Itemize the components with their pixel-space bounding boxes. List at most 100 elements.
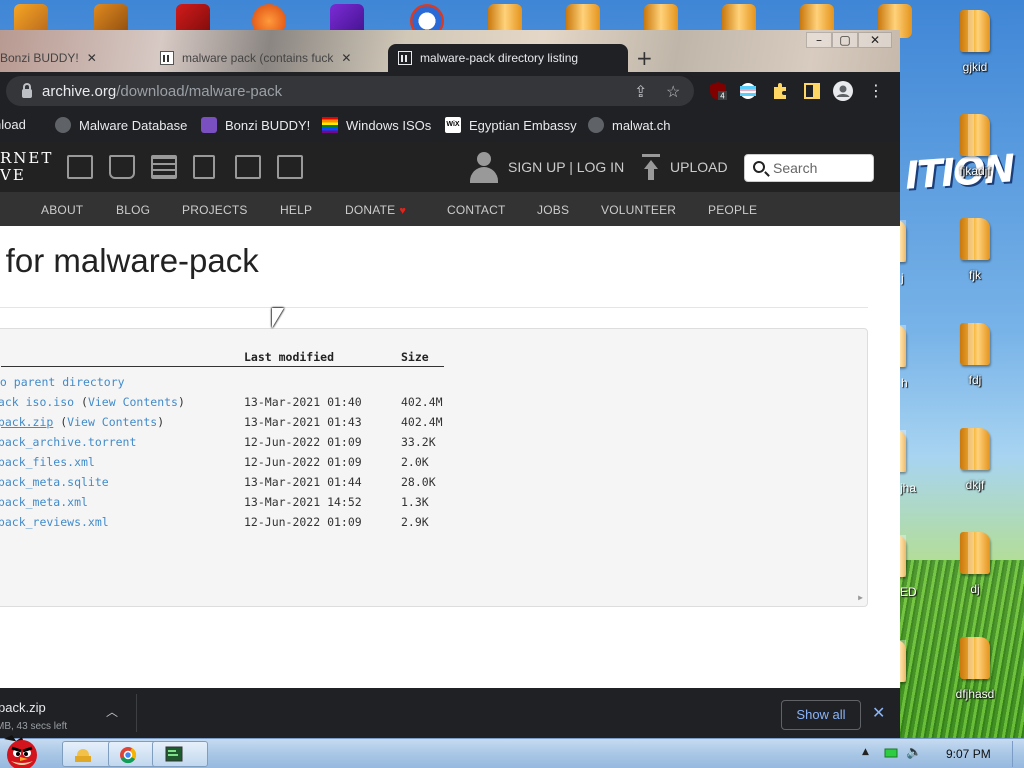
size-cell: 402.4M bbox=[401, 395, 443, 409]
bookmark-malwatch[interactable]: malwat.ch bbox=[588, 117, 671, 133]
bookmark-windows-isos[interactable]: Windows ISOs bbox=[322, 117, 431, 133]
desktop-folder-label: fjk bbox=[969, 268, 981, 282]
search-placeholder: Search bbox=[773, 160, 818, 176]
nav-donate-label: DONATE bbox=[345, 203, 396, 217]
desktop-folder-dkjf[interactable]: dkjf bbox=[937, 428, 1013, 492]
video-film-icon[interactable] bbox=[151, 155, 177, 179]
close-icon[interactable]: ✕ bbox=[872, 703, 885, 723]
desktop-folder-dfjhasd[interactable]: dfjhasd bbox=[937, 637, 1013, 701]
nav-people[interactable]: PEOPLE bbox=[708, 203, 757, 217]
size-cell: 2.0K bbox=[401, 455, 429, 469]
nav-help[interactable]: HELP bbox=[280, 203, 312, 217]
web-icon[interactable] bbox=[67, 155, 93, 179]
minimize-icon[interactable]: – bbox=[806, 32, 832, 48]
divider bbox=[136, 694, 137, 732]
nav-about[interactable]: ABOUT bbox=[41, 203, 83, 217]
bookmark-star-icon[interactable]: ☆ bbox=[666, 82, 680, 102]
taskbar: ▲ 🔈 9:07 PM bbox=[0, 735, 1024, 768]
download-file-name[interactable]: pack.zip bbox=[0, 700, 46, 715]
side-panel-icon[interactable] bbox=[802, 81, 822, 101]
close-icon[interactable]: ✕ bbox=[87, 51, 97, 65]
file-link[interactable]: -pack_meta.xml bbox=[0, 495, 88, 509]
share-icon[interactable]: ⇪ bbox=[634, 82, 647, 102]
network-icon[interactable] bbox=[884, 747, 898, 762]
view-contents-link[interactable]: View Contents bbox=[67, 415, 157, 429]
nav-blog[interactable]: BLOG bbox=[116, 203, 150, 217]
tab-directory-listing[interactable]: malware-pack directory listing bbox=[388, 44, 628, 72]
extensions-puzzle-icon[interactable] bbox=[770, 81, 790, 101]
maximize-icon[interactable]: ▢ bbox=[832, 32, 858, 48]
parent-directory-link[interactable]: to parent directory bbox=[0, 375, 125, 389]
file-name-cell: pack iso.iso (View Contents) bbox=[0, 395, 185, 409]
logo-text: RNET bbox=[0, 149, 54, 167]
logo-text: VE bbox=[0, 166, 26, 184]
close-icon[interactable]: ✕ bbox=[341, 51, 351, 65]
upload-link[interactable]: UPLOAD bbox=[670, 159, 728, 175]
folder-icon bbox=[960, 323, 990, 365]
paren-text: ) bbox=[157, 415, 165, 429]
address-bar[interactable]: archive.org/download/malware-pack ⇪ ☆ bbox=[6, 76, 694, 106]
folder-icon bbox=[960, 637, 990, 679]
internet-archive-logo[interactable]: RNET VE bbox=[0, 150, 53, 184]
tab-label: malware pack (contains fuck bbox=[182, 51, 334, 65]
desktop-folder-gjkid[interactable]: gjkid bbox=[937, 10, 1013, 74]
desktop-folder-label: jha bbox=[900, 481, 917, 495]
folder-icon bbox=[960, 10, 990, 52]
bookmark-bonzi-buddy[interactable]: Bonzi BUDDY! bbox=[201, 117, 310, 133]
new-tab-icon[interactable]: + bbox=[636, 46, 653, 70]
bookmark-download[interactable]: nload bbox=[0, 117, 26, 132]
page-title: s for malware-pack bbox=[0, 242, 259, 279]
tray-expand-icon[interactable]: ▲ bbox=[862, 747, 869, 757]
site-search-input[interactable]: Search bbox=[744, 154, 874, 182]
directory-listing: Last modified Size to parent directory p… bbox=[0, 328, 868, 607]
desktop-folder-fdj[interactable]: fdj bbox=[937, 323, 1013, 387]
file-link[interactable]: -pack_files.xml bbox=[0, 455, 95, 469]
pride-extension-icon[interactable] bbox=[738, 81, 758, 101]
download-status: MB, 43 secs left bbox=[0, 721, 68, 732]
nav-projects[interactable]: PROJECTS bbox=[182, 203, 248, 217]
clock[interactable]: 9:07 PM bbox=[946, 747, 991, 761]
user-icon[interactable] bbox=[470, 152, 498, 184]
images-icon[interactable] bbox=[277, 155, 303, 179]
start-button[interactable] bbox=[0, 733, 46, 768]
ublock-extension-icon[interactable]: 4 bbox=[708, 81, 728, 101]
profile-avatar-icon[interactable] bbox=[833, 81, 853, 101]
lock-icon[interactable] bbox=[22, 82, 32, 98]
volume-icon[interactable]: 🔈 bbox=[906, 745, 922, 760]
upload-icon-stem bbox=[648, 168, 654, 180]
file-link[interactable]: -pack_meta.sqlite bbox=[0, 475, 109, 489]
desktop-folder-fjk[interactable]: fjk bbox=[937, 218, 1013, 282]
bookmark-malware-database[interactable]: Malware Database bbox=[55, 117, 187, 133]
nav-volunteer[interactable]: VOLUNTEER bbox=[601, 203, 676, 217]
nav-donate[interactable]: DONATE ♥ bbox=[345, 203, 406, 217]
tab-bonzi-buddy[interactable]: Bonzi BUDDY! ✕ bbox=[0, 44, 150, 72]
window-close-icon[interactable]: ✕ bbox=[858, 32, 892, 48]
search-icon bbox=[753, 161, 765, 173]
file-link[interactable]: _pack.zip bbox=[0, 415, 53, 429]
browser-window: Bonzi BUDDY! ✕ malware pack (contains fu… bbox=[0, 30, 900, 688]
show-desktop-button[interactable] bbox=[1012, 741, 1022, 767]
nav-jobs[interactable]: JOBS bbox=[537, 203, 569, 217]
header-rule bbox=[1, 366, 444, 367]
sign-up-login-link[interactable]: SIGN UP | LOG IN bbox=[508, 159, 624, 175]
chevron-up-icon[interactable]: ︿ bbox=[106, 703, 118, 720]
show-all-button[interactable]: Show all bbox=[781, 700, 861, 730]
bookmark-egyptian-embassy[interactable]: WiX Egyptian Embassy bbox=[445, 117, 577, 133]
file-link[interactable]: pack iso.iso bbox=[0, 395, 74, 409]
file-link[interactable]: -pack_reviews.xml bbox=[0, 515, 109, 529]
menu-kebab-icon[interactable]: ⋮ bbox=[868, 81, 888, 101]
taskbar-terminal-button[interactable] bbox=[152, 741, 208, 767]
audio-speaker-icon[interactable] bbox=[193, 155, 215, 179]
download-bar: pack.zip MB, 43 secs left ︿ Show all ✕ bbox=[0, 688, 900, 738]
desktop-folder-dj[interactable]: dj bbox=[937, 532, 1013, 596]
folder-icon bbox=[960, 218, 990, 260]
scroll-right-icon[interactable]: ▶ bbox=[858, 593, 863, 602]
desktop-folder-fjkadjf[interactable]: fjkadjf bbox=[937, 114, 1013, 178]
view-contents-link[interactable]: View Contents bbox=[88, 395, 178, 409]
software-floppy-icon[interactable] bbox=[235, 155, 261, 179]
file-link[interactable]: -pack_archive.torrent bbox=[0, 435, 136, 449]
modified-cell: 13-Mar-2021 01:44 bbox=[244, 475, 362, 489]
texts-book-icon[interactable] bbox=[109, 155, 135, 179]
tab-malware-pack[interactable]: malware pack (contains fuck ✕ bbox=[150, 44, 382, 72]
nav-contact[interactable]: CONTACT bbox=[447, 203, 506, 217]
